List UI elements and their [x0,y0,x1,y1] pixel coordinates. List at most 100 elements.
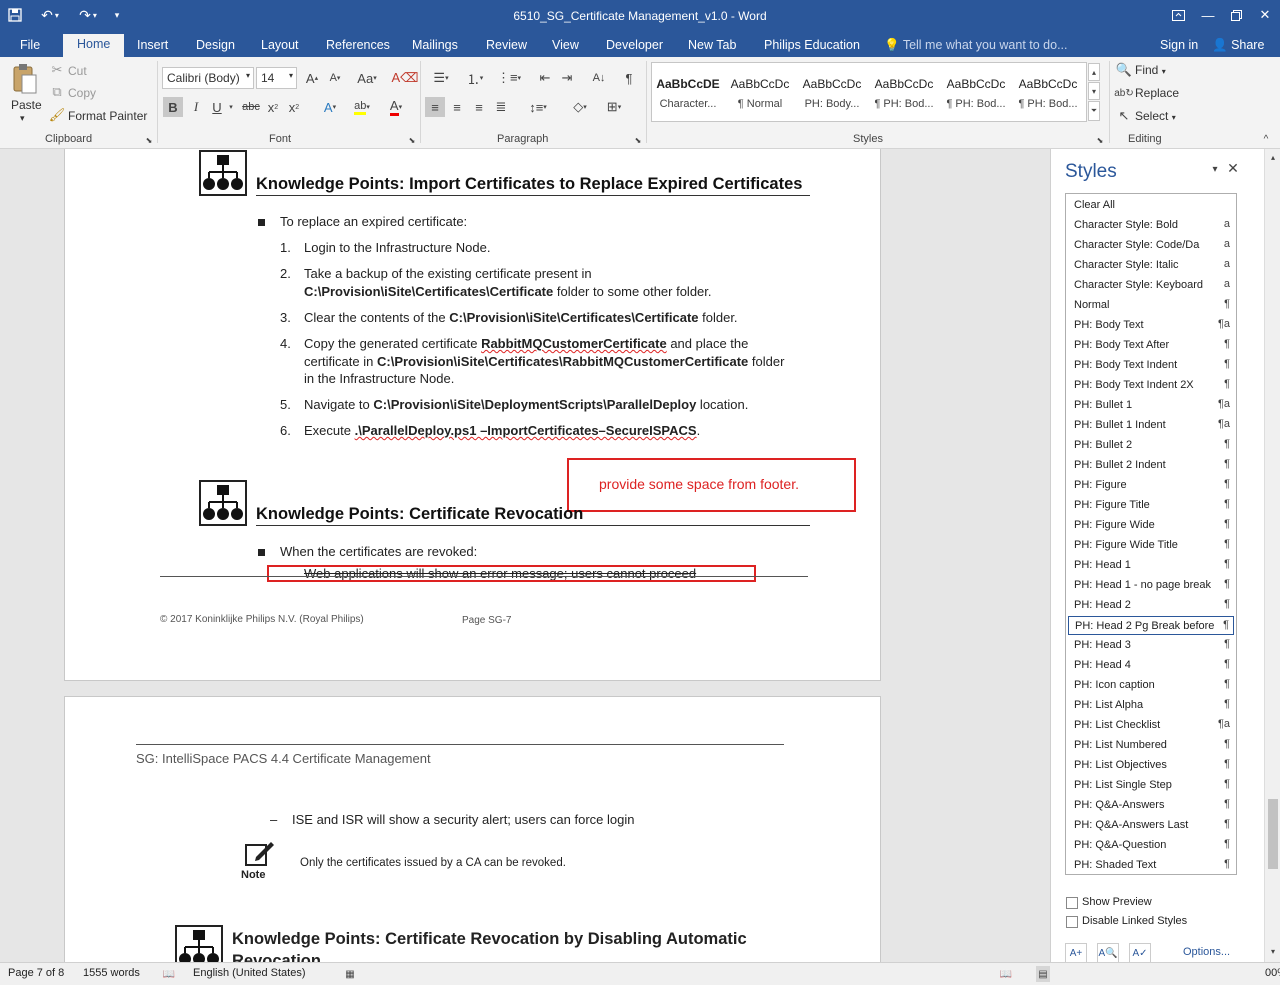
style-list-item[interactable]: PH: Head 2 ¶ [1068,596,1234,615]
style-list-item[interactable]: PH: Head 1 ¶ [1068,556,1234,575]
style-list-item[interactable]: PH: Head 1 - no page break ¶ [1068,576,1234,595]
manage-styles-icon[interactable]: A✓ [1129,943,1151,963]
tab-design[interactable]: Design [196,36,235,57]
minimize-icon[interactable]: — [1193,2,1223,28]
line-spacing-icon[interactable]: ↕≡ ▾ [523,97,553,117]
style-gallery-item[interactable]: AaBbCcDc ¶ PH: Bod... [868,63,940,121]
tab-insert[interactable]: Insert [137,36,168,57]
style-list-item[interactable]: PH: List Objectives ¶ [1068,756,1234,775]
tab-view[interactable]: View [552,36,579,57]
proofing-icon[interactable]: 📖 [162,967,176,981]
sign-in-link[interactable]: Sign in [1160,36,1198,57]
style-list-item[interactable]: PH: Shaded Text ¶ [1068,856,1234,874]
shrink-font-icon[interactable]: A ▾ [326,70,344,86]
tab-references[interactable]: References [326,36,390,57]
numbering-icon[interactable]: ⒈ ▾ [460,69,490,87]
style-list-item[interactable]: PH: Q&A-Question ¶ [1068,836,1234,855]
pane-options-icon[interactable]: ▾ [1209,163,1221,175]
options-link[interactable]: Options... [1183,946,1230,958]
style-list-item[interactable]: Character Style: Bold a [1068,216,1234,235]
align-left-icon[interactable]: ≡ [425,97,445,117]
font-color-icon[interactable]: A ▾ [382,97,410,117]
clipboard-launcher-icon[interactable]: ⬊ [144,135,154,145]
font-launcher-icon[interactable]: ⬊ [407,135,417,145]
tab-new-tab[interactable]: New Tab [688,36,736,57]
bullets-icon[interactable]: ☰ ▾ [426,69,456,87]
ribbon-display-options-icon[interactable] [1163,2,1193,28]
format-painter-button[interactable]: Format Painter [68,109,147,123]
highlight-color-icon[interactable]: ab ▾ [347,97,377,117]
style-gallery-item[interactable]: AaBbCcDc ¶ PH: Bod... [1012,63,1084,121]
style-list-item[interactable]: Character Style: Code/Da a [1068,236,1234,255]
align-right-icon[interactable]: ≡ [469,97,489,117]
style-list-item[interactable]: PH: Bullet 2 Indent ¶ [1068,456,1234,475]
zoom-level[interactable]: 00% [1265,967,1280,979]
disable-linked-styles-checkbox[interactable] [1066,916,1078,928]
style-list-item[interactable]: PH: Head 3 ¶ [1068,636,1234,655]
style-list-item[interactable]: PH: List Alpha ¶ [1068,696,1234,715]
bold-icon[interactable]: B [163,97,183,117]
style-list-item[interactable]: PH: Body Text After ¶ [1068,336,1234,355]
style-list-item[interactable]: PH: Q&A-Answers Last ¶ [1068,816,1234,835]
font-size-field[interactable]: 14 ▾ [256,67,297,89]
tab-file[interactable]: File [20,36,40,57]
style-list-item[interactable]: PH: Figure ¶ [1068,476,1234,495]
style-gallery-item[interactable]: AaBbCcDc PH: Body... [796,63,868,121]
font-name-field[interactable]: Calibri (Body) ▾ [162,67,254,89]
find-button[interactable]: Find ▾ [1135,63,1166,77]
text-effects-icon[interactable]: A ▾ [317,97,343,117]
new-style-icon[interactable]: A+ [1065,943,1087,963]
style-inspector-icon[interactable]: A🔍 [1097,943,1119,963]
tell-me-box[interactable]: 💡 Tell me what you want to do... [884,36,1068,57]
italic-icon[interactable]: I [187,97,205,117]
style-gallery-item[interactable]: AaBbCcDc ¶ Normal [724,63,796,121]
underline-dropdown-icon[interactable]: ▾ [227,101,235,113]
cut-button[interactable]: Cut [68,64,87,78]
style-list-item[interactable]: PH: Body Text Indent ¶ [1068,356,1234,375]
vertical-scrollbar[interactable]: ▴ ▾ [1264,149,1280,962]
restore-icon[interactable] [1221,2,1251,28]
copy-button[interactable]: Copy [68,86,96,100]
macro-recording-icon[interactable]: ▦ [343,967,357,981]
decrease-indent-icon[interactable]: ⇤ [535,69,555,87]
style-list-item[interactable]: PH: Figure Title ¶ [1068,496,1234,515]
scrollbar-thumb[interactable] [1268,799,1278,869]
style-list-item[interactable]: PH: Q&A-Answers ¶ [1068,796,1234,815]
justify-icon[interactable]: ≣ [491,97,511,117]
paste-button[interactable]: Paste [11,98,42,112]
style-list-item[interactable]: PH: Figure Wide ¶ [1068,516,1234,535]
style-list-item[interactable]: PH: Head 2 Pg Break before ¶ [1068,616,1234,635]
word-count[interactable]: 1555 words [83,967,140,979]
paste-dropdown-icon[interactable]: ▾ [20,113,25,124]
underline-icon[interactable]: U [208,97,226,117]
style-list-item[interactable]: PH: Bullet 1 ¶a [1068,396,1234,415]
read-mode-icon[interactable]: 📖 [999,967,1013,981]
shading-icon[interactable]: ◇ ▾ [565,97,595,117]
select-button[interactable]: Select ▾ [1135,109,1176,123]
clear-formatting-icon[interactable]: A⌫ [391,69,418,87]
show-formatting-marks-icon[interactable]: ¶ [619,69,639,87]
style-list-item[interactable]: PH: List Single Step ¶ [1068,776,1234,795]
style-gallery-item[interactable]: AaBbCcDE Character... [652,63,724,121]
align-center-icon[interactable]: ≡ [447,97,467,117]
share-button[interactable]: 👤 Share [1212,36,1264,57]
pane-close-icon[interactable]: ✕ [1226,160,1240,176]
gallery-scroll-up-icon[interactable]: ▴ [1088,63,1100,81]
tab-review[interactable]: Review [486,36,527,57]
tab-layout[interactable]: Layout [261,36,299,57]
superscript-icon[interactable]: x2 [285,97,303,117]
page-count[interactable]: Page 7 of 8 [8,967,64,979]
style-list-item[interactable]: Character Style: Keyboard a [1068,276,1234,295]
language-indicator[interactable]: English (United States) [193,967,306,979]
gallery-scroll-down-icon[interactable]: ▾ [1088,82,1100,100]
paragraph-launcher-icon[interactable]: ⬊ [633,135,643,145]
style-list-item[interactable]: PH: Body Text Indent 2X ¶ [1068,376,1234,395]
collapse-ribbon-icon[interactable]: ^ [1260,133,1272,145]
style-list-item[interactable]: PH: List Checklist ¶a [1068,716,1234,735]
tab-developer[interactable]: Developer [606,36,663,57]
show-preview-checkbox[interactable] [1066,897,1078,909]
style-list-item[interactable]: Character Style: Italic a [1068,256,1234,275]
scroll-down-icon[interactable]: ▾ [1267,945,1279,957]
style-list-item[interactable]: PH: Bullet 2 ¶ [1068,436,1234,455]
multilevel-list-icon[interactable]: ⋮≡ ▾ [494,69,524,87]
